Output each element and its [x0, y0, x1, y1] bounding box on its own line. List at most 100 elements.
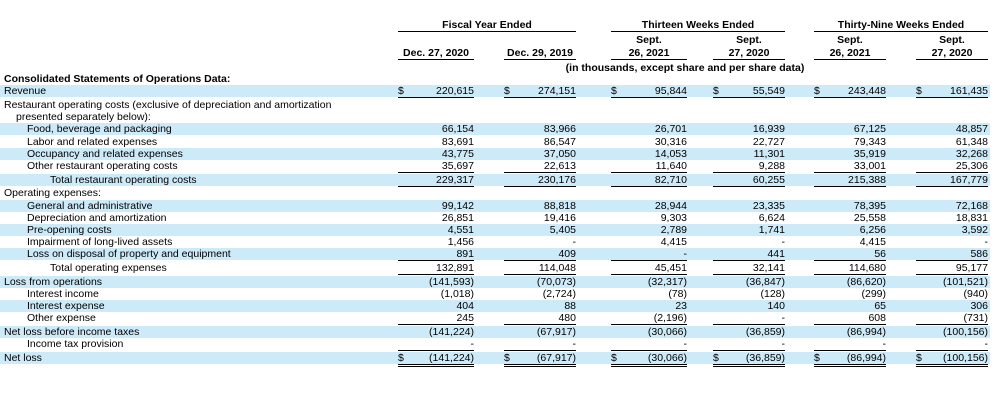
table-row: Net loss before income taxes (141,224) (67… [0, 326, 990, 339]
cell-value: 4,551 [447, 223, 474, 236]
value-cell: (100,156) [916, 326, 988, 338]
cell-value: (32,317) [647, 275, 687, 288]
value-cell: 306 [916, 300, 988, 312]
cell-value: 243,448 [848, 85, 886, 98]
cell-value: 19,416 [543, 211, 576, 224]
cell-value: 25,306 [955, 159, 988, 172]
cell-value: (30,066) [647, 351, 687, 364]
value-cell: $274,151 [504, 85, 576, 99]
value-cell: 45,451 [611, 262, 687, 275]
cell-value: 83,691 [441, 135, 474, 148]
currency-symbol: $ [713, 85, 719, 98]
cell-value: 65 [874, 300, 886, 313]
row-label: Other expense [27, 312, 96, 325]
value-cell: 61,348 [916, 136, 988, 148]
table-row: Interest income (1,018) (2,724) (78) (128) (2… [0, 288, 990, 300]
table-row: Total restaurant operating costs 229,317 2… [0, 173, 990, 187]
table-row: Pre-opening costs 4,551 5,405 2,789 1,741 6,2… [0, 223, 990, 237]
value-cell: (101,521) [916, 276, 988, 288]
cell-value: 586 [970, 248, 988, 261]
cell-value: (36,847) [745, 275, 785, 288]
value-cell: (70,073) [504, 276, 576, 288]
value-cell: (141,593) [398, 276, 474, 288]
value-cell: 26,701 [611, 123, 687, 135]
group-header-fiscal: Fiscal Year Ended [398, 19, 576, 32]
cell-value: - [781, 312, 786, 325]
value-cell: 28,944 [611, 200, 687, 212]
currency-symbol: $ [504, 351, 510, 364]
row-label: Interest income [27, 287, 99, 300]
value-cell: 19,416 [504, 212, 576, 224]
value-cell: - [713, 236, 786, 248]
value-cell: 215,388 [814, 174, 886, 187]
cell-value: (2,724) [542, 287, 576, 300]
cell-value: (128) [760, 287, 785, 300]
cell-value: - [781, 338, 786, 351]
table-row: Restaurant operating costs (exclusive of… [0, 99, 990, 123]
cell-value: 43,775 [441, 147, 474, 160]
value-cell: $220,615 [398, 85, 474, 99]
cell-value: 16,939 [752, 123, 785, 136]
value-cell: 230,176 [504, 174, 576, 187]
cell-value: 11,640 [655, 159, 687, 172]
table-row: Food, beverage and packaging 66,154 83,966… [0, 123, 990, 136]
cell-value: 9,288 [758, 159, 785, 172]
cell-value: (141,224) [429, 326, 474, 338]
cell-value: 480 [558, 312, 576, 325]
value-cell: 48,857 [916, 123, 988, 135]
currency-symbol: $ [916, 351, 922, 364]
cell-value: 215,388 [848, 173, 886, 186]
cell-value: - [882, 338, 887, 351]
cell-value: (1,018) [440, 287, 474, 300]
value-cell: $ (100,156) [916, 352, 988, 367]
cell-value: (86,994) [846, 326, 886, 338]
row-label: Restaurant operating costs (exclusive of… [4, 98, 332, 111]
currency-symbol: $ [814, 351, 820, 364]
cell-value: 220,615 [436, 85, 474, 98]
cell-value: 132,891 [436, 262, 474, 274]
value-cell: 18,831 [916, 212, 988, 224]
value-cell: (141,224) [398, 326, 474, 338]
cell-value: 161,435 [950, 85, 988, 98]
cell-value: (30,066) [647, 326, 687, 338]
value-cell: 99,142 [398, 200, 474, 212]
value-cell: 83,966 [504, 123, 576, 135]
value-cell: (128) [713, 288, 785, 300]
value-cell: 67,125 [814, 123, 886, 135]
col-header-line1: Sept. [939, 34, 965, 46]
cell-value: 95,177 [955, 262, 988, 274]
cell-value: 23 [675, 300, 687, 313]
cell-value: 56 [874, 248, 886, 261]
table-row: Total operating expenses 132,891 114,048 45… [0, 262, 990, 275]
row-label: Net loss [4, 351, 42, 364]
table-row: Consolidated Statements of Operations Da… [0, 73, 990, 85]
row-label: Loss from operations [4, 275, 103, 288]
value-cell: 25,558 [814, 212, 886, 224]
cell-value: (67,917) [536, 351, 576, 364]
value-cell: (731) [916, 312, 988, 326]
cell-value: 95,844 [654, 85, 687, 98]
cell-value: 4,415 [660, 236, 687, 249]
cell-value: 35,697 [441, 159, 474, 172]
value-cell: - [611, 338, 687, 352]
cell-value: 26,851 [441, 211, 474, 224]
value-cell: $ (86,994) [814, 352, 886, 367]
cell-value: 72,168 [955, 199, 988, 212]
table-row: Occupancy and related expenses 43,775 37,0… [0, 147, 990, 161]
value-cell: - [713, 312, 786, 326]
value-cell: 4,415 [814, 236, 886, 248]
value-cell: 23,335 [713, 200, 785, 212]
col-header-sept-27-2020: 27, 2020 [713, 47, 785, 60]
value-cell: (2,196) [611, 312, 687, 326]
cell-value: (86,620) [846, 275, 886, 288]
row-label: Consolidated Statements of Operations Da… [4, 73, 231, 85]
value-cell: (30,066) [611, 326, 687, 338]
value-cell: 891 [398, 248, 474, 262]
cell-value: - [984, 338, 989, 351]
value-cell: 30,316 [611, 136, 687, 148]
cell-value: 6,256 [859, 223, 886, 236]
table-row: Loss from operations (141,593) (70,073) (32… [0, 275, 990, 289]
row-label: Operating expenses: [4, 187, 101, 200]
value-cell: - [504, 338, 576, 352]
value-cell: 480 [504, 312, 576, 326]
